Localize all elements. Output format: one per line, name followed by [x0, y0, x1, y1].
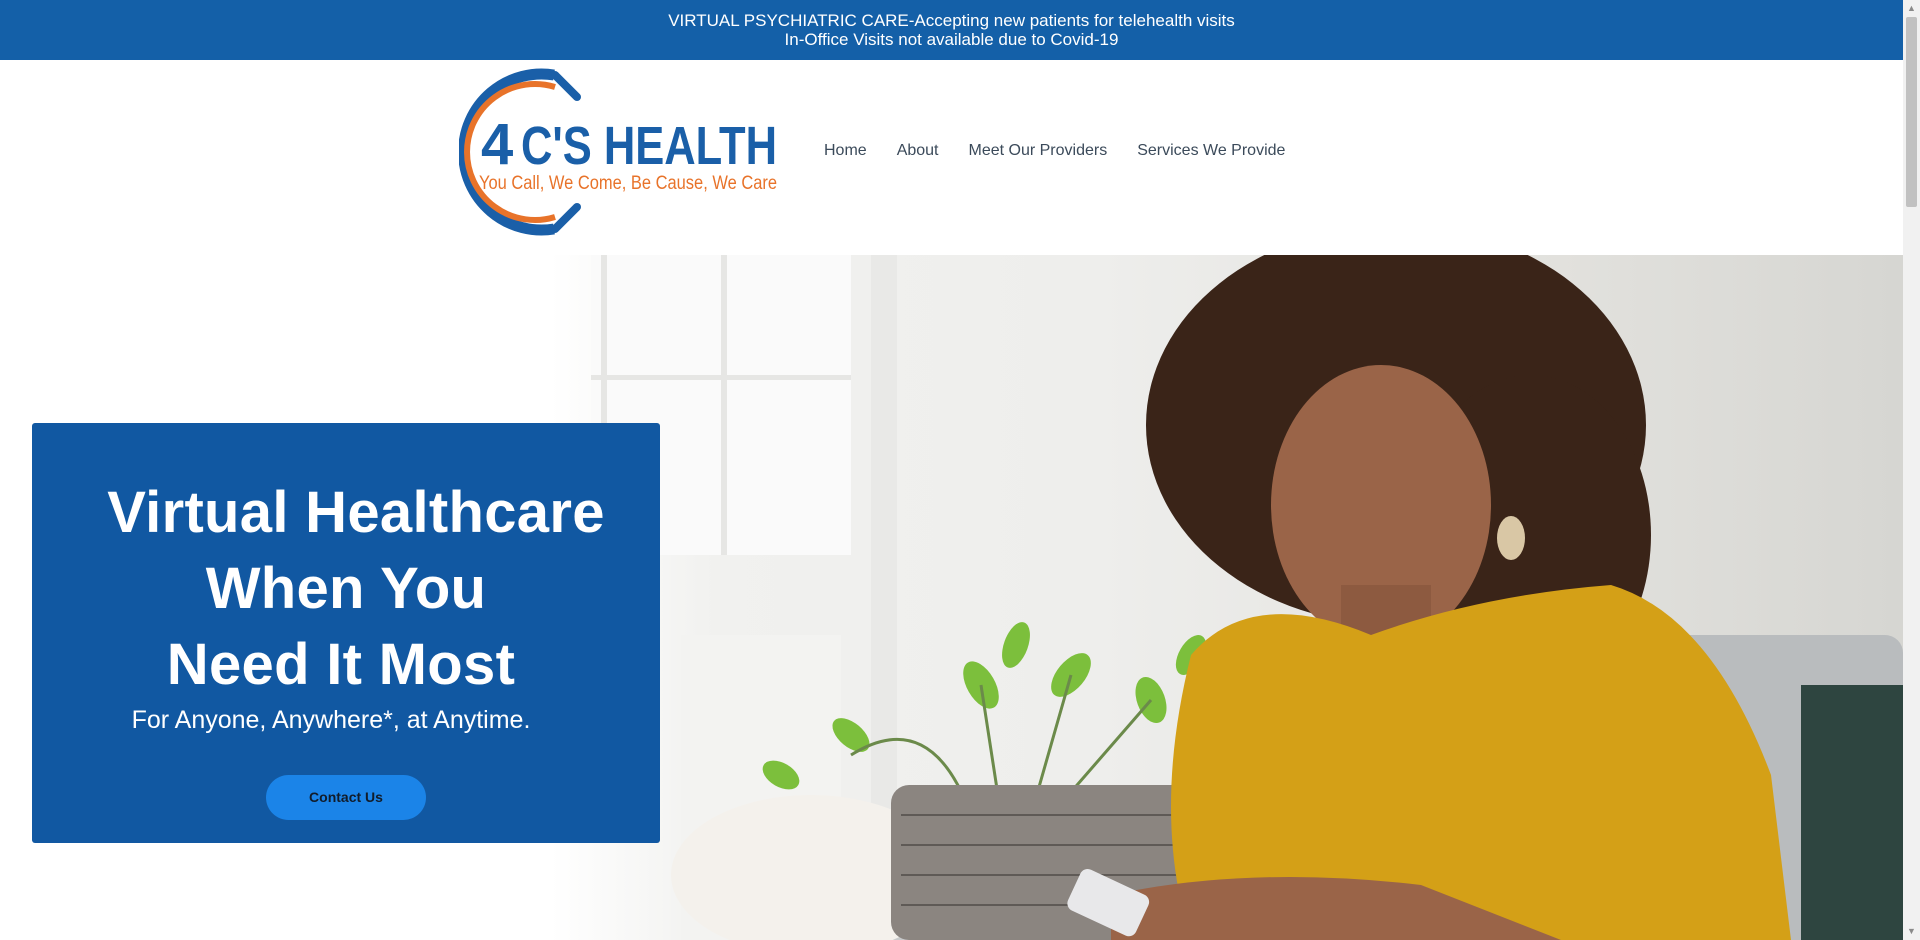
scroll-up-icon[interactable]: ▲ [1903, 0, 1920, 17]
hero-title-line-3: Need It Most [166, 632, 516, 697]
main-nav: Home About Meet Our Providers Services W… [824, 142, 1300, 160]
logo-name: C'S HEALTH [521, 116, 777, 176]
hero-title-line-2: When You [205, 556, 487, 621]
banner-line-1: VIRTUAL PSYCHIATRIC CARE-Accepting new p… [668, 11, 1235, 30]
announcement-banner: VIRTUAL PSYCHIATRIC CARE-Accepting new p… [0, 0, 1903, 60]
logo-graphic: 4 C'S HEALTH You Call, We Come, Be Cause… [458, 68, 777, 236]
nav-services-we-provide[interactable]: Services We Provide [1122, 142, 1300, 160]
scroll-down-icon[interactable]: ▼ [1903, 923, 1920, 940]
hero-title: Virtual Healthcare When You Need It Most [32, 475, 660, 703]
hero-subtitle: For Anyone, Anywhere*, at Anytime. [131, 706, 531, 734]
page-scrollbar[interactable]: ▲ ▼ [1903, 0, 1920, 940]
logo-tagline: You Call, We Come, Be Cause, We Care [479, 173, 777, 194]
hero-photo [551, 255, 1903, 940]
logo-numeral: 4 [481, 112, 513, 177]
site-header: 4 C'S HEALTH You Call, We Come, Be Cause… [0, 60, 1903, 255]
hero-section: Virtual Healthcare When You Need It Most… [0, 255, 1903, 940]
scrollbar-thumb[interactable] [1906, 17, 1917, 207]
site-logo[interactable]: 4 C'S HEALTH You Call, We Come, Be Cause… [458, 67, 789, 237]
woman-with-phone-illustration [591, 255, 1903, 940]
nav-about[interactable]: About [882, 142, 954, 160]
contact-us-button[interactable]: Contact Us [266, 775, 426, 820]
hero-title-line-1: Virtual Healthcare [107, 480, 605, 545]
nav-meet-our-providers[interactable]: Meet Our Providers [954, 142, 1123, 160]
banner-line-2: In-Office Visits not available due to Co… [784, 30, 1119, 49]
nav-home[interactable]: Home [824, 142, 882, 160]
hero-card: Virtual Healthcare When You Need It Most… [32, 423, 660, 843]
